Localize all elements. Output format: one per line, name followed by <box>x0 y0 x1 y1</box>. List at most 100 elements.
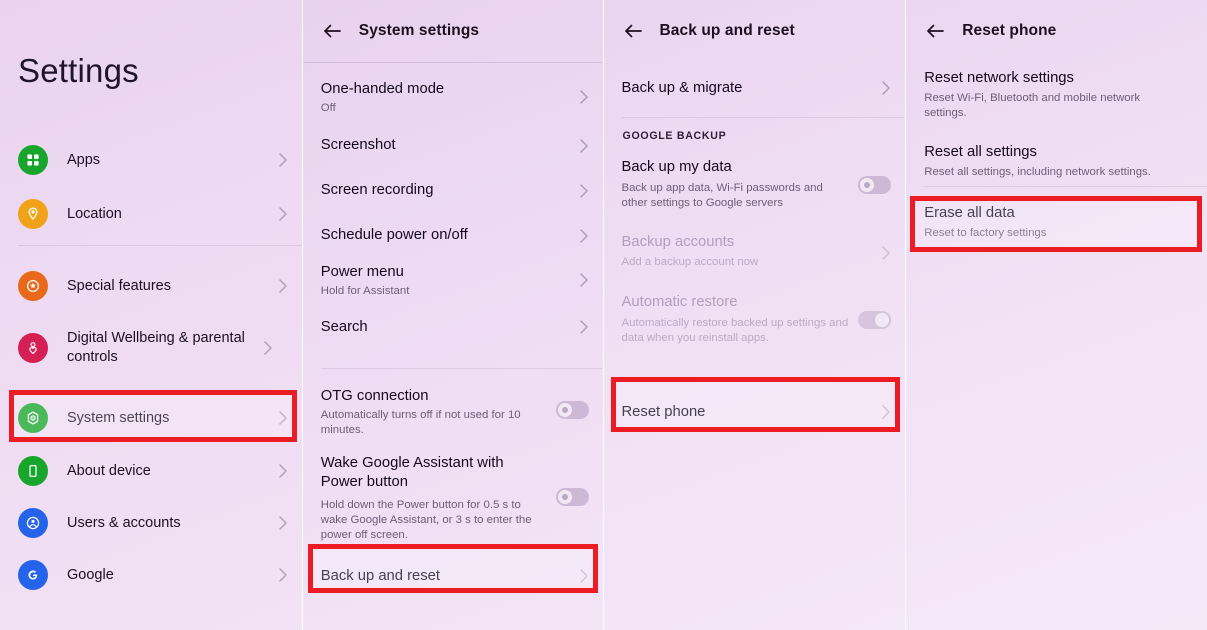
divider <box>320 368 603 369</box>
list-item-back-up-migrate[interactable]: Back up & migrate <box>604 66 906 110</box>
list-item-title: Reset all settings <box>924 144 1037 160</box>
header-back-up-and-reset: Back up and reset <box>604 0 906 62</box>
list-item-subtitle: Reset all settings, including network se… <box>924 166 1151 178</box>
list-item-title: Erase all data <box>924 205 1015 221</box>
page-title: Settings <box>18 52 139 89</box>
automatic-restore-toggle <box>858 311 892 329</box>
list-item-back-up-and-reset[interactable]: Back up and reset <box>303 554 603 598</box>
list-item-reset-all-settings[interactable]: Reset all settings Reset all settings, i… <box>906 121 1207 180</box>
list-item-subtitle: Add a backup account now <box>621 256 759 268</box>
sidebar-item-system-settings[interactable]: System settings <box>0 392 302 444</box>
sidebar-item-digital-wellbeing[interactable]: Digital Wellbeing & parental controls <box>0 322 302 374</box>
sidebar-item-label: Google <box>67 566 114 583</box>
list-item-subtitle: Reset to factory settings <box>924 227 1047 239</box>
list-item-reset-network-settings[interactable]: Reset network settings Reset Wi-Fi, Blue… <box>906 69 1207 121</box>
divider <box>621 117 906 118</box>
list-item-subtitle: Hold for Assistant <box>320 285 410 297</box>
list-item-screen-recording[interactable]: Screen recording <box>303 168 603 213</box>
user-account-icon <box>18 508 48 538</box>
settings-list-group-3: System settings About device Users & acc… <box>0 392 302 601</box>
system-settings-gear-icon <box>18 403 48 433</box>
chevron-right-icon <box>579 183 589 199</box>
chevron-right-icon <box>881 404 891 420</box>
system-settings-list-2: OTG connection Automatically turns off i… <box>303 381 603 543</box>
panel-back-up-and-reset: Back up and reset Back up & migrate GOOG… <box>603 0 906 630</box>
list-item-title: Schedule power on/off <box>320 227 468 243</box>
chevron-right-icon <box>881 80 891 96</box>
panel-reset-phone: Reset phone Reset network settings Reset… <box>906 0 1207 630</box>
chevron-right-icon <box>579 272 589 288</box>
chevron-right-icon <box>579 89 589 105</box>
list-item-title: Power menu <box>320 264 404 280</box>
system-settings-list: One-handed mode Off Screenshot Screen re… <box>303 63 603 348</box>
list-item-wake-assistant[interactable]: Wake Google Assistant with Power button … <box>303 438 603 543</box>
list-item-subtitle: Automatically restore backed up settings… <box>621 317 849 344</box>
list-item-title: Reset phone <box>621 403 706 420</box>
header-system-settings: System settings <box>303 0 603 62</box>
divider <box>18 245 302 246</box>
sidebar-item-label: Digital Wellbeing & parental controls <box>67 330 245 365</box>
chevron-right-icon <box>579 568 589 584</box>
list-item-otg-connection[interactable]: OTG connection Automatically turns off i… <box>303 381 603 438</box>
back-arrow-icon[interactable] <box>622 20 644 42</box>
chevron-right-icon <box>263 340 273 356</box>
sidebar-item-label: Special features <box>67 277 171 294</box>
list-item-title: OTG connection <box>320 388 429 404</box>
header-title: System settings <box>358 22 480 39</box>
wake-assistant-toggle[interactable] <box>555 488 589 506</box>
sidebar-item-users-accounts[interactable]: Users & accounts <box>0 497 302 549</box>
google-backup-list: Back up my data Back up app data, Wi-Fi … <box>604 158 906 346</box>
list-item-search[interactable]: Search <box>303 306 603 348</box>
list-item-screenshot[interactable]: Screenshot <box>303 123 603 168</box>
panel-system-settings: System settings One-handed mode Off Scre… <box>302 0 603 630</box>
sidebar-item-label: Users & accounts <box>67 514 181 531</box>
header-reset-phone: Reset phone <box>906 0 1207 62</box>
chevron-right-icon <box>881 245 891 261</box>
chevron-right-icon <box>278 152 288 168</box>
sidebar-item-special-features[interactable]: Special features <box>0 260 302 312</box>
list-item-back-up-my-data[interactable]: Back up my data Back up app data, Wi-Fi … <box>604 158 906 211</box>
sidebar-item-label: About device <box>67 462 151 479</box>
sidebar-item-about-device[interactable]: About device <box>0 445 302 497</box>
settings-list-group-1: Apps Location <box>0 134 302 240</box>
header-title: Back up and reset <box>659 22 795 39</box>
google-g-icon <box>18 560 48 590</box>
list-item-title: Screen recording <box>320 182 434 198</box>
chevron-right-icon <box>278 515 288 531</box>
list-item-title: Screenshot <box>320 137 396 153</box>
chevron-right-icon <box>579 138 589 154</box>
back-up-my-data-toggle[interactable] <box>858 176 892 194</box>
list-item-backup-accounts: Backup accounts Add a backup account now <box>604 211 906 270</box>
list-item-title: Backup accounts <box>621 234 735 250</box>
sidebar-item-label: System settings <box>67 409 170 426</box>
chevron-right-icon <box>278 206 288 222</box>
digital-wellbeing-heart-icon <box>18 333 48 363</box>
list-item-power-menu[interactable]: Power menu Hold for Assistant <box>303 258 603 306</box>
sidebar-item-google[interactable]: Google <box>0 549 302 601</box>
list-item-title: Back up & migrate <box>621 79 743 96</box>
list-item-one-handed-mode[interactable]: One-handed mode Off <box>303 72 603 123</box>
list-item-title: Wake Google Assistant with Power button <box>320 455 504 490</box>
chevron-right-icon <box>278 463 288 479</box>
list-item-schedule-power[interactable]: Schedule power on/off <box>303 213 603 258</box>
sidebar-item-label: Apps <box>67 151 101 168</box>
panel-settings: Settings Apps Location Special features … <box>0 0 302 630</box>
header-title: Reset phone <box>962 22 1057 39</box>
list-item-reset-phone[interactable]: Reset phone <box>604 390 906 434</box>
back-arrow-icon[interactable] <box>924 20 946 42</box>
sidebar-item-label: Location <box>67 205 122 222</box>
special-features-star-icon <box>18 271 48 301</box>
chevron-right-icon <box>579 319 589 335</box>
list-item-subtitle: Back up app data, Wi-Fi passwords and ot… <box>621 182 823 209</box>
list-item-title: Search <box>320 318 368 335</box>
list-item-subtitle: Reset Wi-Fi, Bluetooth and mobile networ… <box>924 92 1141 119</box>
back-arrow-icon[interactable] <box>321 20 343 42</box>
list-item-title: Back up and reset <box>320 567 441 584</box>
phone-device-icon <box>18 456 48 486</box>
list-item-erase-all-data[interactable]: Erase all data Reset to factory settings <box>906 204 1207 241</box>
otg-connection-toggle[interactable] <box>555 401 589 419</box>
sidebar-item-apps[interactable]: Apps <box>0 134 302 186</box>
list-item-title: One-handed mode <box>320 81 445 97</box>
list-item-title: Automatic restore <box>621 294 738 310</box>
sidebar-item-location[interactable]: Location <box>0 188 302 240</box>
